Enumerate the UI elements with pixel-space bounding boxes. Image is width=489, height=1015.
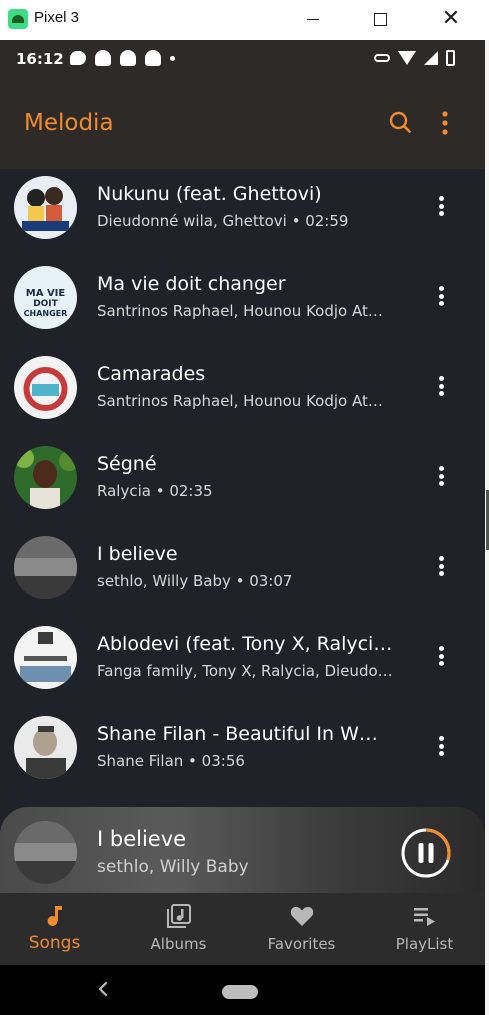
song-cover: [14, 446, 77, 509]
song-subtitle: Santrinos Raphael, Hounou Kodjo At…: [97, 302, 383, 320]
song-cover: [14, 716, 77, 779]
pause-icon: [418, 843, 424, 863]
system-navigation-bar: [0, 965, 485, 1015]
song-row[interactable]: Ablodevi (feat. Tony X, Ralyci… Fanga fa…: [0, 619, 485, 709]
song-list[interactable]: Nukunu (feat. Ghettovi) Dieudonné wila, …: [0, 169, 485, 809]
vpn-key-icon: [374, 54, 390, 62]
window-edge: [485, 40, 489, 1015]
playlist-icon: [413, 908, 435, 926]
app-title: Melodia: [24, 110, 114, 136]
svg-text:DOIT: DOIT: [33, 299, 58, 309]
nav-label: Favorites: [267, 935, 336, 953]
snapchat-notification-icon: [120, 50, 136, 66]
song-title: Ségné: [97, 453, 157, 475]
minimize-icon: [307, 18, 319, 20]
wifi-icon: [398, 51, 416, 65]
song-row[interactable]: Camarades Santrinos Raphael, Hounou Kodj…: [0, 349, 485, 439]
nav-songs[interactable]: Songs: [0, 893, 115, 965]
back-icon[interactable]: [96, 981, 110, 997]
system-icons: [374, 50, 455, 66]
window-title: Pixel 3: [34, 9, 80, 26]
song-subtitle: Shane Filan • 03:56: [97, 752, 245, 770]
close-icon: ✕: [441, 6, 461, 31]
song-cover: [14, 356, 77, 419]
song-title: Shane Filan - Beautiful In W…: [97, 723, 378, 745]
nav-playlist[interactable]: PlayList: [364, 893, 485, 965]
song-cover: [14, 626, 77, 689]
bottom-navigation: Songs Albums Favorites PlayList: [0, 893, 485, 965]
overflow-menu-icon[interactable]: [436, 111, 454, 135]
song-more-icon[interactable]: [432, 644, 450, 668]
song-subtitle: sethlo, Willy Baby • 03:07: [97, 572, 293, 590]
snapchat-notification-icon: [95, 50, 111, 66]
music-note-icon: [47, 906, 62, 926]
search-icon[interactable]: [389, 111, 411, 133]
song-row[interactable]: Ségné Ralycia • 02:35: [0, 439, 485, 529]
status-bar: 16:12: [0, 40, 485, 78]
song-title: Ablodevi (feat. Tony X, Ralyci…: [97, 633, 393, 655]
song-cover: MA VIE DOIT CHANGER: [14, 266, 77, 329]
nav-label: PlayList: [395, 935, 454, 953]
home-handle[interactable]: [222, 985, 258, 999]
status-time: 16:12: [16, 50, 64, 68]
song-row[interactable]: MA VIE DOIT CHANGER Ma vie doit changer …: [0, 259, 485, 349]
more-notifications-dot-icon: [170, 55, 175, 61]
song-cover: [14, 536, 77, 599]
now-playing-artist: sethlo, Willy Baby: [97, 857, 249, 877]
signal-icon: [424, 51, 438, 65]
now-playing-title: I believe: [97, 827, 187, 851]
chat-notification-icon: [70, 51, 86, 65]
battery-icon: [446, 50, 455, 66]
song-more-icon[interactable]: [432, 554, 450, 578]
pause-button[interactable]: [400, 827, 452, 879]
song-subtitle: Santrinos Raphael, Hounou Kodjo At…: [97, 392, 383, 410]
song-subtitle: Fanga family, Tony X, Ralycia, Dieudo…: [97, 662, 393, 680]
song-more-icon[interactable]: [432, 734, 450, 758]
album-icon: [166, 904, 191, 928]
song-more-icon[interactable]: [432, 194, 450, 218]
maximize-icon: [373, 12, 387, 26]
phone-screen: 16:12 Melodia Nukunu (feat. Ghettovi) Di…: [0, 40, 485, 1015]
now-playing-bar[interactable]: I believe sethlo, Willy Baby: [0, 807, 485, 893]
svg-text:MA VIE: MA VIE: [26, 288, 66, 299]
song-title: I believe: [97, 543, 178, 565]
song-cover: [14, 176, 77, 239]
notification-icons: [70, 50, 175, 66]
emulator-title-bar: Pixel 3 ✕: [0, 0, 489, 40]
now-playing-cover: [14, 821, 77, 884]
song-row[interactable]: Nukunu (feat. Ghettovi) Dieudonné wila, …: [0, 169, 485, 259]
nav-albums[interactable]: Albums: [118, 893, 239, 965]
song-title: Camarades: [97, 363, 206, 385]
song-subtitle: Dieudonné wila, Ghettovi • 02:59: [97, 212, 349, 230]
snapchat-notification-icon: [145, 50, 161, 66]
nav-favorites[interactable]: Favorites: [241, 893, 362, 965]
song-row[interactable]: Shane Filan - Beautiful In W… Shane Fila…: [0, 709, 485, 799]
song-row[interactable]: I believe sethlo, Willy Baby • 03:07: [0, 529, 485, 619]
song-title: Nukunu (feat. Ghettovi): [97, 183, 322, 205]
svg-text:CHANGER: CHANGER: [24, 309, 68, 318]
nav-label: Albums: [150, 935, 207, 953]
heart-icon: [290, 906, 313, 926]
song-more-icon[interactable]: [432, 374, 450, 398]
app-bar: Melodia: [0, 78, 485, 169]
minimize-button[interactable]: [293, 4, 333, 34]
maximize-button[interactable]: [360, 4, 400, 34]
song-more-icon[interactable]: [432, 464, 450, 488]
android-icon: [8, 9, 28, 29]
nav-label: Songs: [28, 933, 81, 953]
close-button[interactable]: ✕: [431, 4, 471, 34]
song-title: Ma vie doit changer: [97, 273, 286, 295]
song-more-icon[interactable]: [432, 284, 450, 308]
song-subtitle: Ralycia • 02:35: [97, 482, 213, 500]
